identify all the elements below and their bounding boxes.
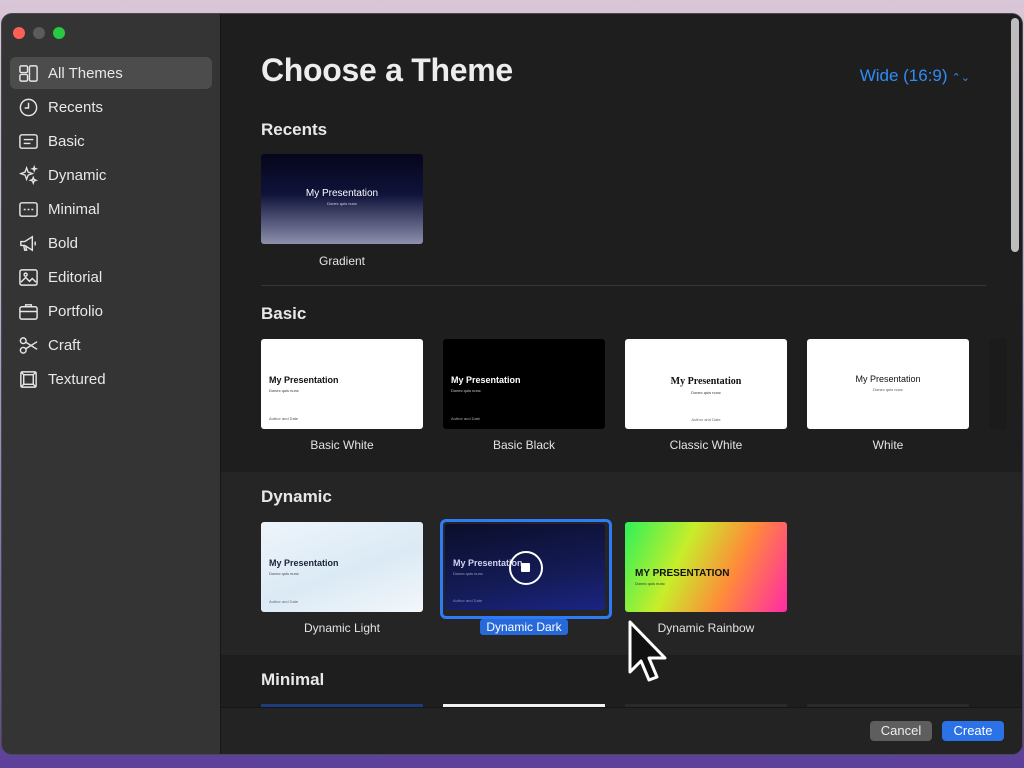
rectangle-dashed-icon: [17, 198, 39, 220]
slide-subtitle: Donec quis nunc: [269, 388, 299, 393]
sidebar-item-label: Basic: [48, 132, 85, 150]
section-title-basic: Basic: [261, 304, 307, 323]
photo-icon: [17, 266, 39, 288]
mouse-pointer-icon: [628, 620, 667, 682]
sidebar-item-portfolio[interactable]: Portfolio: [10, 295, 212, 327]
clock-icon: [17, 96, 39, 118]
zoom-window-button[interactable]: [53, 27, 65, 39]
theme-gallery: Choose a Theme Wide (16:9) ⌃⌄ Recents My …: [221, 14, 1022, 754]
sidebar-item-dynamic[interactable]: Dynamic: [10, 159, 212, 191]
slide-footer: Author and Date: [269, 416, 299, 421]
text-box-icon: [17, 130, 39, 152]
frame-icon: [17, 368, 39, 390]
sidebar-item-bold[interactable]: Bold: [10, 227, 212, 259]
section-divider: [261, 285, 986, 286]
slide-subtitle: Donec quis nunc: [873, 387, 903, 392]
slide-subtitle: Donec quis nunc: [453, 571, 483, 576]
play-preview-icon[interactable]: [509, 551, 543, 585]
sidebar-item-editorial[interactable]: Editorial: [10, 261, 212, 293]
theme-chooser-window: All Themes Recents Basic Dynamic Minimal…: [2, 14, 1022, 754]
slide-footer: Author and Date: [691, 417, 721, 422]
grid-icon: [17, 62, 39, 84]
sidebar-item-all-themes[interactable]: All Themes: [10, 57, 212, 89]
theme-thumbnail-dynamic-light[interactable]: My Presentation Donec quis nunc Author a…: [261, 522, 423, 612]
theme-thumbnail-basic-black[interactable]: My Presentation Donec quis nunc Author a…: [443, 339, 605, 429]
vertical-scrollbar[interactable]: [1011, 18, 1019, 252]
dialog-footer: Cancel Create: [221, 707, 1022, 754]
chevron-up-down-icon: ⌃⌄: [951, 72, 970, 84]
slide-subtitle: Donec quis nunc: [691, 390, 721, 395]
slide-subtitle: Donec quis nunc: [327, 201, 357, 206]
theme-thumbnail-classic-white[interactable]: My Presentation Donec quis nunc Author a…: [625, 339, 787, 429]
slide-size-popup[interactable]: Wide (16:9) ⌃⌄: [860, 66, 970, 86]
theme-label: Dynamic Light: [303, 621, 381, 635]
theme-category-list: All Themes Recents Basic Dynamic Minimal…: [10, 57, 212, 397]
section-title-recents: Recents: [261, 120, 328, 139]
sidebar: All Themes Recents Basic Dynamic Minimal…: [2, 14, 221, 754]
theme-thumbnail-basic-white[interactable]: My Presentation Donec quis nunc Author a…: [261, 339, 423, 429]
theme-label: White: [872, 438, 904, 452]
slide-title: My Presentation: [855, 374, 921, 384]
sidebar-item-label: Portfolio: [48, 302, 104, 320]
minimize-window-button[interactable]: [33, 27, 45, 39]
theme-label: Basic Black: [492, 438, 556, 452]
section-title-dynamic: Dynamic: [261, 487, 332, 506]
briefcase-icon: [17, 300, 39, 322]
sidebar-item-label: Textured: [48, 370, 106, 388]
sidebar-item-label: Editorial: [48, 268, 103, 286]
slide-subtitle: Donec quis nunc: [269, 571, 299, 576]
cancel-button[interactable]: Cancel: [870, 721, 932, 741]
slide-title: My Presentation: [670, 376, 742, 387]
theme-thumbnail-gradient[interactable]: My Presentation Donec quis nunc: [261, 154, 423, 244]
slide-footer: Author and Date: [269, 599, 299, 604]
slide-footer: Author and Date: [451, 416, 481, 421]
sidebar-item-basic[interactable]: Basic: [10, 125, 212, 157]
sidebar-item-recents[interactable]: Recents: [10, 91, 212, 123]
sidebar-item-minimal[interactable]: Minimal: [10, 193, 212, 225]
sidebar-item-label: Minimal: [48, 200, 100, 218]
sidebar-item-label: Recents: [48, 98, 104, 116]
theme-label-selected: Dynamic Dark: [433, 619, 615, 635]
slide-size-value: Wide (16:9): [859, 66, 948, 85]
slide-subtitle: Donec quis nunc: [635, 581, 665, 586]
theme-thumbnail-white[interactable]: My Presentation Donec quis nunc: [807, 339, 969, 429]
slide-footer: Author and Date: [453, 598, 483, 603]
window-controls: [13, 27, 65, 39]
sidebar-item-label: Bold: [48, 234, 79, 252]
slide-title: MY PRESENTATION: [635, 568, 730, 579]
theme-thumbnail-dynamic-rainbow[interactable]: MY PRESENTATION Donec quis nunc: [625, 522, 787, 612]
create-button[interactable]: Create: [942, 721, 1004, 741]
slide-title: My Presentation: [269, 375, 339, 385]
megaphone-icon: [17, 232, 39, 254]
page-title: Choose a Theme: [261, 52, 513, 88]
theme-thumbnail-dynamic-dark[interactable]: My Presentation Donec quis nunc Author a…: [445, 524, 605, 610]
slide-title: My Presentation: [269, 558, 339, 568]
slide-title: My Presentation: [451, 375, 521, 385]
slide-title: My Presentation: [305, 188, 379, 199]
scissors-icon: [17, 334, 39, 356]
close-window-button[interactable]: [13, 27, 25, 39]
slide-subtitle: Donec quis nunc: [451, 388, 481, 393]
selected-theme-label: Dynamic Dark: [480, 619, 568, 635]
theme-label: Gradient: [318, 254, 366, 268]
sidebar-item-label: Craft: [48, 336, 81, 354]
sidebar-item-craft[interactable]: Craft: [10, 329, 212, 361]
theme-label: Classic White: [669, 438, 743, 452]
sidebar-item-textured[interactable]: Textured: [10, 363, 212, 395]
sidebar-item-label: All Themes: [48, 64, 123, 82]
theme-label: Basic White: [310, 438, 374, 452]
sidebar-item-label: Dynamic: [48, 166, 107, 184]
sparkles-icon: [17, 164, 39, 186]
theme-thumbnail-partial[interactable]: [989, 339, 1007, 429]
section-title-minimal: Minimal: [261, 670, 325, 689]
